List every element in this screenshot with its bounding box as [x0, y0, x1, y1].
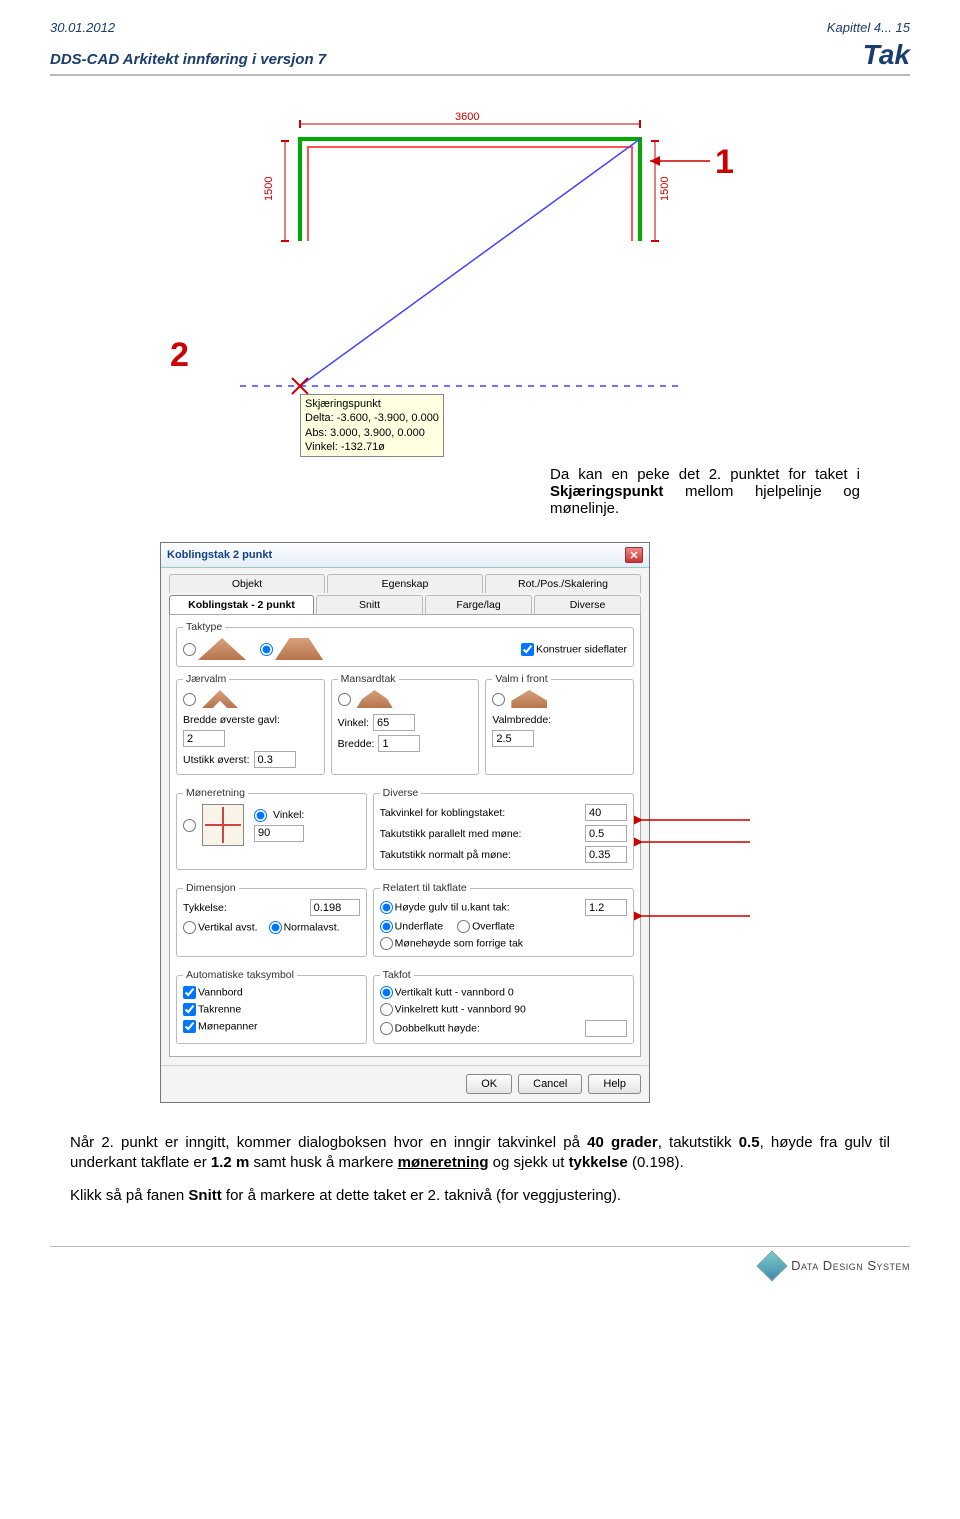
- callout-2: 2: [170, 336, 189, 375]
- bredde-overste-label: Bredde øverste gavl:: [183, 714, 280, 726]
- dobbelkutt-input[interactable]: [585, 1020, 627, 1037]
- vinkelkutt-radio[interactable]: Vinkelrett kutt - vannbord 90: [380, 1003, 526, 1016]
- m-bredde-label: Bredde:: [338, 738, 375, 750]
- group-valmfront: Valm i front Valmbredde:: [485, 673, 634, 775]
- titlebar: Koblingstak 2 punkt ✕: [161, 543, 649, 568]
- vertkutt-radio[interactable]: Vertikalt kutt - vannbord 0: [380, 986, 514, 999]
- vertavst-radio[interactable]: Vertikal avst.: [183, 921, 258, 934]
- valmbredde-input[interactable]: [492, 730, 534, 747]
- dim-right: 1500: [659, 177, 671, 201]
- utstikk-overst-label: Utstikk øverst:: [183, 754, 250, 766]
- mone-vinkel-input[interactable]: [254, 825, 304, 842]
- cad-figure: 3600 1500 1500 1 S: [170, 106, 790, 517]
- monepanner-check[interactable]: Mønepanner: [183, 1020, 258, 1033]
- group-taktype: Taktype Konstruer sideflater: [176, 621, 634, 667]
- takvinkel-label: Takvinkel for koblingstaket:: [380, 807, 505, 819]
- tooltip-delta: Delta: -3.600, -3.900, 0.000: [305, 411, 439, 425]
- tab-rotpos[interactable]: Rot./Pos./Skalering: [485, 574, 641, 593]
- group-relatert: Relatert til takflate Høyde gulv til u.k…: [373, 882, 634, 957]
- tab-koblingstak[interactable]: Koblingstak - 2 punkt: [169, 595, 314, 614]
- header-subtitle: DDS-CAD Arkitekt innføring i versjon 7: [50, 51, 326, 68]
- dialog-title: Koblingstak 2 punkt: [167, 549, 272, 561]
- jaervalm-radio[interactable]: [183, 693, 198, 706]
- group-dimensjon: Dimensjon Tykkelse: Vertikal avst. Norma…: [176, 882, 367, 957]
- legend-taktype: Taktype: [183, 621, 225, 633]
- taktype-opt2[interactable]: [260, 638, 323, 660]
- brand-text: Data Design System: [791, 1258, 910, 1273]
- header-date: 30.01.2012: [50, 20, 115, 35]
- dobbelkutt-radio[interactable]: Dobbelkutt høyde:: [380, 1022, 480, 1035]
- m-bredde-input[interactable]: [378, 735, 420, 752]
- group-moneretning: Møneretning Vinkel:: [176, 787, 367, 870]
- dim-left: 1500: [263, 177, 275, 201]
- group-takfot: Takfot Vertikalt kutt - vannbord 0 Vinke…: [373, 969, 634, 1044]
- help-button[interactable]: Help: [588, 1074, 641, 1094]
- takrenne-check[interactable]: Takrenne: [183, 1003, 241, 1016]
- mone-radio-compass[interactable]: [183, 819, 198, 832]
- overflate-radio[interactable]: Overflate: [457, 920, 515, 933]
- ok-button[interactable]: OK: [466, 1074, 512, 1094]
- cad-tooltip: Skjæringspunkt Delta: -3.600, -3.900, 0.…: [300, 394, 444, 457]
- header-rule: [50, 74, 910, 76]
- compass-icon[interactable]: [202, 804, 244, 846]
- valmbredde-label: Valmbredde:: [492, 714, 551, 726]
- takutst-par-input[interactable]: [585, 825, 627, 842]
- cancel-button[interactable]: Cancel: [518, 1074, 582, 1094]
- close-button[interactable]: ✕: [625, 547, 643, 563]
- tooltip-abs: Abs: 3.000, 3.900, 0.000: [305, 426, 439, 440]
- vannbord-check[interactable]: Vannbord: [183, 986, 243, 999]
- paragraph-2: Når 2. punkt er inngitt, kommer dialogbo…: [70, 1133, 890, 1206]
- tab-objekt[interactable]: Objekt: [169, 574, 325, 593]
- bredde-overste-input[interactable]: [183, 730, 225, 747]
- underflate-radio[interactable]: Underflate: [380, 920, 443, 933]
- dialog-koblingstak: Koblingstak 2 punkt ✕ Objekt Egenskap Ro…: [160, 542, 650, 1103]
- normalavst-radio[interactable]: Normalavst.: [269, 921, 340, 934]
- page-title: Tak: [863, 39, 910, 71]
- tykkelse-label: Tykkelse:: [183, 902, 227, 914]
- takutst-norm-input[interactable]: [585, 846, 627, 863]
- tab-egenskap[interactable]: Egenskap: [327, 574, 483, 593]
- callout-1: 1: [715, 143, 734, 182]
- group-autotak: Automatiske taksymbol Vannbord Takrenne …: [176, 969, 367, 1044]
- valmfront-radio[interactable]: [492, 693, 507, 706]
- takutst-par-label: Takutstikk parallelt med møne:: [380, 828, 522, 840]
- mansard-radio[interactable]: [338, 693, 353, 706]
- taktype-opt1[interactable]: [183, 638, 246, 660]
- paragraph-1: Da kan en peke det 2. punktet for taket …: [550, 466, 860, 517]
- konstruer-sideflater[interactable]: Konstruer sideflater: [521, 643, 627, 656]
- tykkelse-input[interactable]: [310, 899, 360, 916]
- monehoyde-radio[interactable]: Mønehøyde som forrige tak: [380, 937, 523, 950]
- hoydegulv-input[interactable]: [585, 899, 627, 916]
- tab-diverse[interactable]: Diverse: [534, 595, 641, 614]
- tab-snitt[interactable]: Snitt: [316, 595, 423, 614]
- group-mansard: Mansardtak Vinkel: Bredde:: [331, 673, 480, 775]
- utstikk-overst-input[interactable]: [254, 751, 296, 768]
- tooltip-title: Skjæringspunkt: [305, 397, 439, 411]
- group-jaervalm: Jærvalm Bredde øverste gavl: Utstikk øve…: [176, 673, 325, 775]
- mone-vinkel-radio[interactable]: [254, 809, 269, 822]
- takvinkel-input[interactable]: [585, 804, 627, 821]
- hoydegulv-radio[interactable]: Høyde gulv til u.kant tak:: [380, 901, 510, 914]
- header-chapter: Kapittel 4... 15: [827, 20, 910, 35]
- m-vinkel-input[interactable]: [373, 714, 415, 731]
- m-vinkel-label: Vinkel:: [338, 717, 369, 729]
- group-diverse: Diverse Takvinkel for koblingstaket: Tak…: [373, 787, 634, 870]
- dim-top: 3600: [455, 111, 479, 123]
- page-footer: Data Design System: [50, 1246, 910, 1277]
- takutst-norm-label: Takutstikk normalt på møne:: [380, 849, 511, 861]
- tab-fargelag[interactable]: Farge/lag: [425, 595, 532, 614]
- brand-logo-icon: [757, 1250, 788, 1281]
- tooltip-vinkel: Vinkel: -132.71ø: [305, 440, 439, 454]
